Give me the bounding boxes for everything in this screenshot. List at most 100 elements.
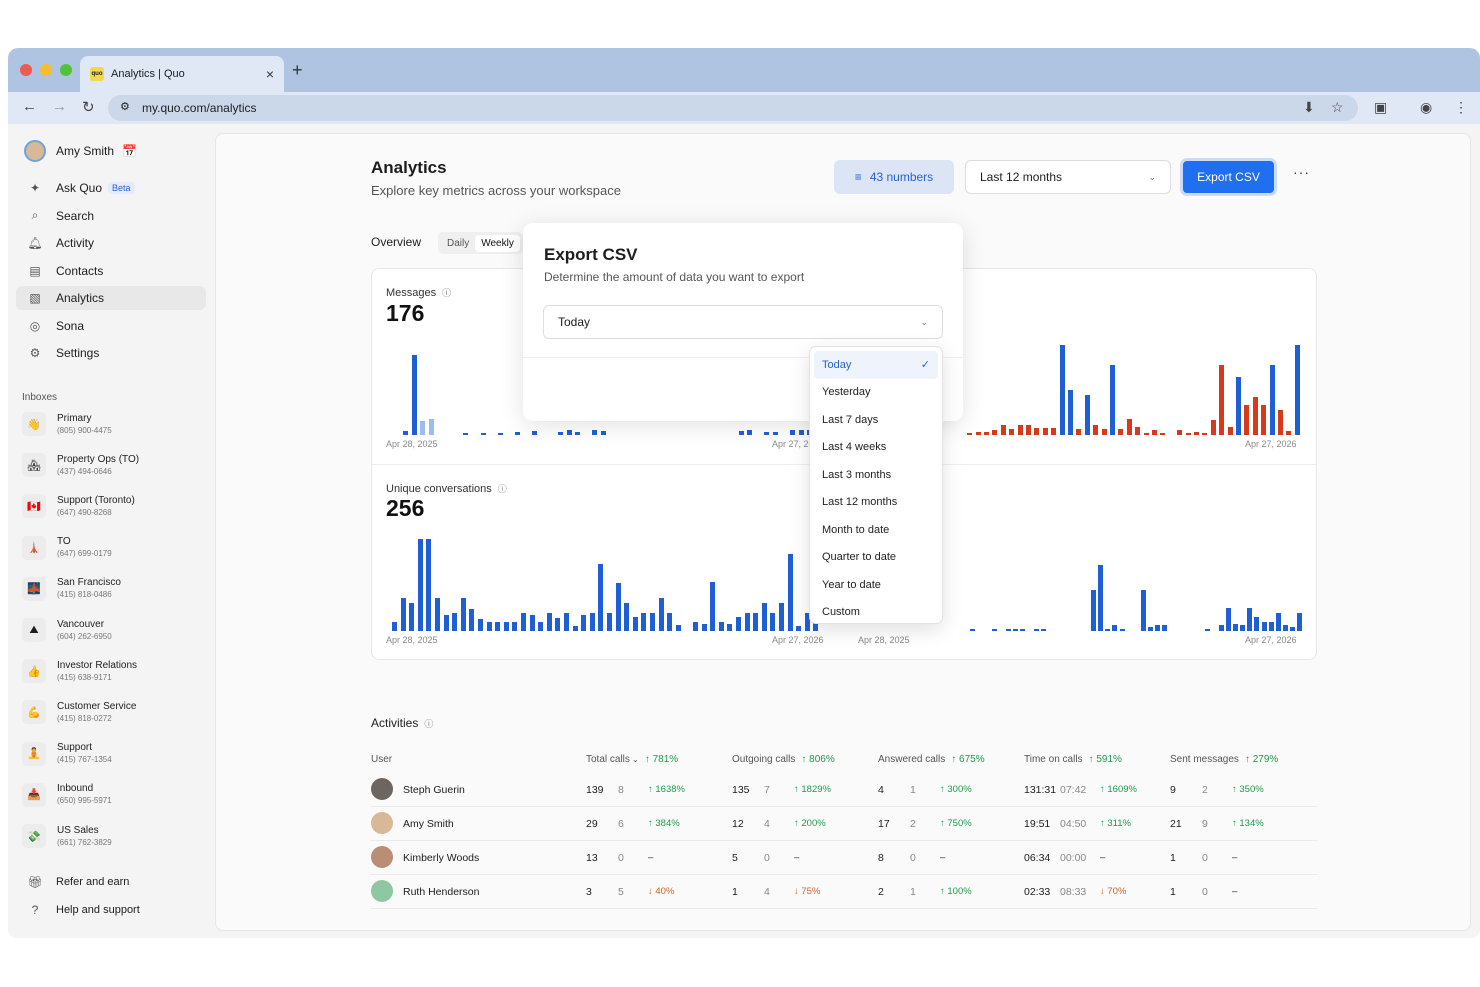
sidebar-item-contacts[interactable]: ▤ Contacts <box>16 259 206 283</box>
profile-icon[interactable]: ◉ <box>1420 99 1432 116</box>
table-cell: 8 <box>878 852 884 864</box>
inbox-item[interactable]: 📥 Inbound (650) 995-5971 <box>22 779 212 811</box>
dropdown-option[interactable]: Last 3 months <box>814 461 938 489</box>
url-bar[interactable]: ⚙ my.quo.com/analytics <box>108 95 1358 121</box>
site-settings-icon[interactable]: ⚙ <box>120 100 130 113</box>
bookmark-star-icon[interactable]: ☆ <box>1331 99 1344 116</box>
maximize-window-button[interactable] <box>60 64 72 76</box>
chart-bar <box>495 622 501 631</box>
column-header[interactable]: Time on calls ↑ 591% <box>1024 754 1122 765</box>
inbox-item[interactable]: 🗼 TO (647) 699-0179 <box>22 532 212 564</box>
back-icon[interactable]: ← <box>22 98 37 115</box>
inbox-phone: (437) 494-0646 <box>57 466 112 476</box>
info-icon[interactable]: ⓘ <box>424 717 433 730</box>
inbox-phone: (647) 490-8268 <box>57 507 112 517</box>
sidebar-item-ask-quo[interactable]: ✦ Ask Quo Beta <box>16 176 206 200</box>
export-range-select[interactable]: Today ⌄ <box>543 305 943 339</box>
table-cell: ↑ 311% <box>1100 818 1131 829</box>
inbox-item[interactable]: 🌉 San Francisco (415) 818-0486 <box>22 573 212 605</box>
dropdown-option[interactable]: Custom <box>814 599 938 627</box>
forward-icon[interactable]: → <box>52 98 67 115</box>
dropdown-option[interactable]: Month to date <box>814 516 938 544</box>
user-profile[interactable]: Amy Smith 📅 <box>24 140 137 162</box>
install-app-icon[interactable]: ⬇ <box>1303 99 1315 116</box>
column-header[interactable]: Total calls ⌄ ↑ 781% <box>586 754 678 765</box>
browser-tab[interactable]: quo Analytics | Quo × <box>80 56 284 92</box>
sidebar-item-analytics[interactable]: ▧ Analytics <box>16 286 206 310</box>
chart-bar <box>486 622 492 631</box>
column-header[interactable]: Outgoing calls ↑ 806% <box>732 754 835 765</box>
more-options-icon[interactable]: ··· <box>1293 164 1310 180</box>
column-header[interactable]: Sent messages ↑ 279% <box>1170 754 1278 765</box>
close-tab-icon[interactable]: × <box>266 66 274 82</box>
column-header[interactable]: User <box>371 754 392 765</box>
inbox-name: TO <box>57 536 71 548</box>
table-cell: 5 <box>618 886 624 898</box>
table-row[interactable]: Kimberly Woods 13 0 – 5 0 – 8 0 – 06:34 00:00 – 1 0 – <box>371 841 1317 875</box>
chart-bar <box>1261 622 1267 631</box>
numbers-filter-button[interactable]: ≡ 43 numbers <box>834 160 954 194</box>
chart-bar <box>1042 428 1048 435</box>
dropdown-option[interactable]: Quarter to date <box>814 544 938 572</box>
tab-search-icon[interactable]: ▣ <box>1374 99 1387 116</box>
chart-bar <box>1118 429 1124 435</box>
column-header[interactable]: Answered calls ↑ 675% <box>878 754 985 765</box>
browser-menu-icon[interactable]: ⋮ <box>1454 99 1468 116</box>
info-icon[interactable]: ⓘ <box>498 482 507 495</box>
sidebar-item-settings[interactable]: ⚙ Settings <box>16 341 206 365</box>
chart-bar <box>1068 390 1073 435</box>
sidebar-item-activity[interactable]: 🔔︎ Activity <box>16 231 206 255</box>
table-row[interactable]: Ruth Henderson 3 5 ↓ 40% 1 4 ↓ 75% 2 1 ↑ 100% 02:3… <box>371 875 1317 909</box>
inbox-phone: (650) 995-5971 <box>57 796 112 806</box>
chart-bar <box>480 433 486 435</box>
table-row[interactable]: Amy Smith 29 6 ↑ 384% 12 4 ↑ 200% 17 2 ↑ 750% 19:5… <box>371 807 1317 841</box>
chart-bar <box>1227 427 1233 435</box>
dropdown-option[interactable]: Today ✓ <box>814 351 938 379</box>
dropdown-option[interactable]: Last 4 weeks <box>814 434 938 462</box>
right-bottom-axis-start: Apr 28, 2025 <box>858 635 910 645</box>
inbox-item[interactable]: 👍 Investor Relations (415) 638-9171 <box>22 655 212 687</box>
inbox-item[interactable]: 🇨🇦 Support (Toronto) (647) 490-8268 <box>22 490 212 522</box>
interval-daily[interactable]: Daily <box>441 235 475 252</box>
chart-bar <box>400 598 406 631</box>
sidebar-item-help-and-support[interactable]: ? Help and support <box>16 898 206 922</box>
inbox-item[interactable]: 💸 US Sales (661) 762-3829 <box>22 820 212 852</box>
new-tab-icon[interactable]: + <box>292 60 303 81</box>
dropdown-option[interactable]: Yesterday <box>814 379 938 407</box>
reload-icon[interactable]: ↻ <box>82 98 95 116</box>
chart-bar <box>589 613 595 631</box>
dropdown-option-label: Last 3 months <box>822 468 892 481</box>
close-window-button[interactable] <box>20 64 32 76</box>
sparkle-icon: ✦ <box>29 181 41 195</box>
inbox-item[interactable]: 👋 Primary (805) 900-4475 <box>22 408 212 440</box>
sidebar-item-refer-and-earn[interactable]: 🎁︎ Refer and earn <box>16 870 206 894</box>
chart-bar <box>790 430 796 435</box>
sidebar-item-search[interactable]: ⌕ Search <box>16 204 206 228</box>
chart-bar <box>555 618 561 631</box>
interval-weekly[interactable]: Weekly <box>475 234 520 252</box>
inbox-phone: (415) 818-0272 <box>57 713 112 723</box>
info-icon[interactable]: ⓘ <box>442 286 451 299</box>
minimize-window-button[interactable] <box>40 64 52 76</box>
export-csv-button[interactable]: Export CSV <box>1180 158 1277 196</box>
inbox-item[interactable]: 🧘 Support (415) 767-1354 <box>22 738 212 770</box>
column-change-pct: ↑ 591% <box>1088 754 1122 765</box>
table-row[interactable]: Steph Guerin 139 8 ↑ 1638% 135 7 ↑ 1829% 4 1 ↑ 30… <box>371 773 1317 807</box>
inbox-item[interactable]: ⛰ Vancouver (604) 262-6950 <box>22 614 212 646</box>
inbox-name: Support (Toronto) <box>57 494 135 506</box>
inbox-item[interactable]: 💪 Customer Service (415) 818-0272 <box>22 696 212 728</box>
page-subtitle: Explore key metrics across your workspac… <box>371 183 621 198</box>
inbox-item[interactable]: 🏘 Property Ops (TO) (437) 494-0646 <box>22 449 212 481</box>
sidebar-item-sona[interactable]: ◎ Sona <box>16 314 206 338</box>
column-header-label: Outgoing calls <box>732 754 796 765</box>
dropdown-option[interactable]: Year to date <box>814 571 938 599</box>
chart-bar <box>1202 433 1208 435</box>
messages-chart-label: Messages ⓘ <box>386 286 452 299</box>
chart-bar <box>515 432 520 435</box>
chart-bar <box>564 613 569 631</box>
dropdown-option[interactable]: Last 12 months <box>814 489 938 517</box>
table-cell: ↓ 75% <box>794 886 821 897</box>
dropdown-option[interactable]: Last 7 days <box>814 406 938 434</box>
date-range-select[interactable]: Last 12 months ⌄ <box>965 160 1171 194</box>
column-header-label: Answered calls <box>878 754 946 765</box>
